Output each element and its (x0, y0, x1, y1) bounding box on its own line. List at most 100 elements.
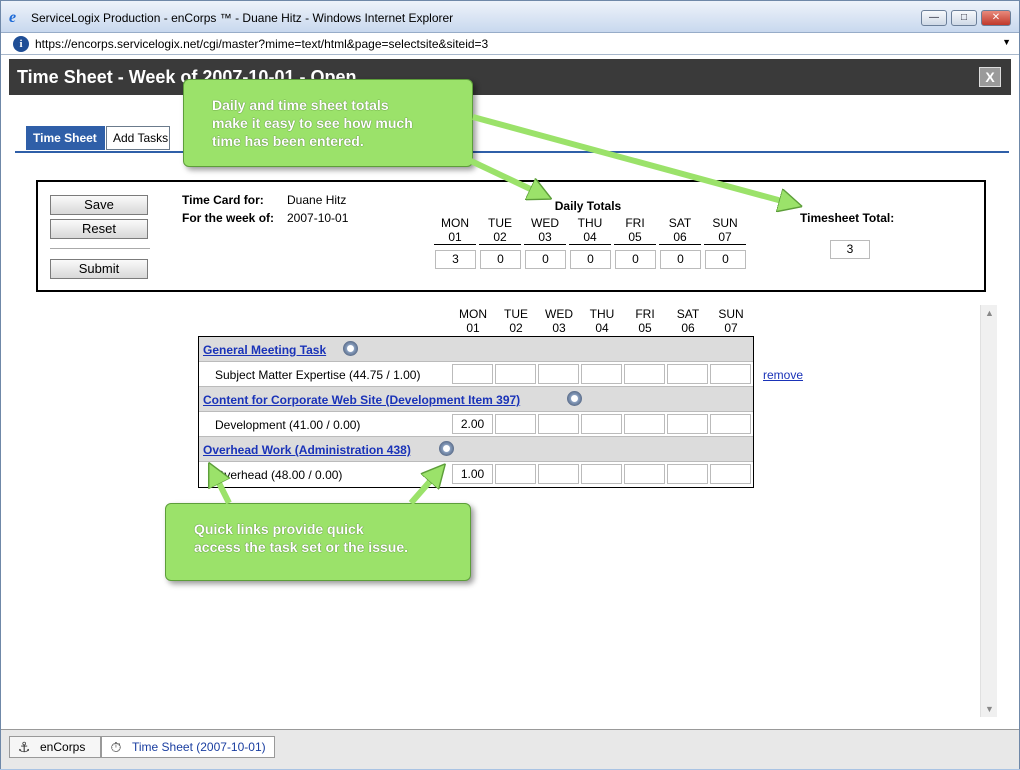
hours-input-sat[interactable] (667, 364, 708, 384)
day-header-wed: WED 03 (524, 216, 566, 245)
timesheet-content: Time Sheet Add Tasks Save Reset Submit T… (9, 95, 1011, 729)
daily-total-sat: 0 (660, 250, 701, 269)
task-row: Development (41.00 / 0.00) 2.00 (199, 412, 753, 437)
task-link-overhead-work[interactable]: Overhead Work (Administration 438) (203, 443, 411, 457)
reset-button[interactable]: Reset (50, 219, 148, 239)
taskbar-label: enCorps (40, 740, 86, 754)
hours-input-thu[interactable] (581, 414, 622, 434)
url-text[interactable]: https://encorps.servicelogix.net/cgi/mas… (35, 37, 488, 51)
address-bar: i https://encorps.servicelogix.net/cgi/m… (1, 33, 1019, 55)
hours-input-thu[interactable] (581, 364, 622, 384)
hours-input-fri[interactable] (624, 464, 665, 484)
hours-input-sat[interactable] (667, 414, 708, 434)
hours-input-wed[interactable] (538, 464, 579, 484)
taskbar-item-encorps[interactable]: ⚓ enCorps (9, 736, 101, 758)
hours-input-sat[interactable] (667, 464, 708, 484)
task-link-general-meeting[interactable]: General Meeting Task (203, 343, 326, 357)
task-name: Subject Matter Expertise (44.75 / 1.00) (215, 368, 421, 382)
tab-add-tasks[interactable]: Add Tasks (106, 126, 170, 150)
scroll-down-icon[interactable]: ▼ (981, 701, 998, 717)
hours-input-mon[interactable]: 2.00 (452, 414, 493, 434)
week-value: 2007-10-01 (287, 211, 349, 225)
window-taskbar: ⚓ enCorps ⏱ Time Sheet (2007-10-01) (1, 729, 1019, 769)
task-group-header: Content for Corporate Web Site (Developm… (199, 387, 753, 412)
hours-input-tue[interactable] (495, 364, 536, 384)
daily-total-tue: 0 (480, 250, 521, 269)
ie-logo-icon: e (9, 9, 17, 26)
time-card-value: Duane Hitz (287, 193, 347, 207)
close-window-button[interactable]: ✕ (981, 10, 1011, 26)
hours-input-sun[interactable] (710, 364, 751, 384)
daily-total-thu: 0 (570, 250, 611, 269)
browser-titlebar: e ServiceLogix Production - enCorps ™ - … (1, 1, 1019, 33)
timesheet-total-label: Timesheet Total: (800, 211, 895, 225)
callout-quick-links: Quick links provide quick access the tas… (165, 503, 471, 581)
day-header-sun: SUN 07 (704, 216, 746, 245)
gear-icon[interactable] (439, 441, 454, 456)
window-title: ServiceLogix Production - enCorps ™ - Du… (31, 11, 454, 25)
gear-icon[interactable] (567, 391, 582, 406)
scroll-up-icon[interactable]: ▲ (981, 305, 998, 321)
hours-input-mon[interactable] (452, 364, 493, 384)
hours-input-mon[interactable]: 1.00 (452, 464, 493, 484)
anchor-icon: ⚓ (17, 739, 31, 755)
week-label: For the week of: (182, 211, 275, 225)
task-row: Overhead (48.00 / 0.00) 1.00 (199, 462, 753, 487)
hours-input-fri[interactable] (624, 364, 665, 384)
hours-input-wed[interactable] (538, 414, 579, 434)
callout-totals: Daily and time sheet totals make it easy… (183, 79, 473, 167)
grid-day-sun: SUN 07 (718, 307, 744, 335)
timesheet-header: Time Sheet - Week of 2007-10-01 - Open X (9, 59, 1011, 95)
day-header-tue: TUE 02 (479, 216, 521, 245)
close-dialog-button[interactable]: X (979, 67, 1001, 87)
task-name: Overhead (48.00 / 0.00) (215, 468, 343, 482)
daily-totals-title: Daily Totals (554, 199, 622, 213)
hours-input-thu[interactable] (581, 464, 622, 484)
task-group-header: General Meeting Task (199, 337, 753, 362)
daily-total-fri: 0 (615, 250, 656, 269)
grid-day-wed: WED 03 (545, 307, 573, 335)
grid-day-mon: MON 01 (459, 307, 487, 335)
hours-input-tue[interactable] (495, 464, 536, 484)
grid-day-tue: TUE 02 (504, 307, 528, 335)
grid-day-thu: THU 04 (589, 307, 615, 335)
remove-link[interactable]: remove (763, 368, 803, 382)
chevron-down-icon[interactable]: ▼ (1002, 37, 1011, 47)
day-header-sat: SAT 06 (659, 216, 701, 245)
timesheet-total-value: 3 (830, 240, 870, 259)
tab-underline (15, 151, 1009, 153)
task-grid: General Meeting Task Subject Matter Expe… (198, 336, 754, 488)
task-row: Subject Matter Expertise (44.75 / 1.00) (199, 362, 753, 387)
grid-day-fri: FRI 05 (635, 307, 655, 335)
gear-icon[interactable] (343, 341, 358, 356)
grid-day-sat: SAT 06 (676, 307, 700, 335)
hours-input-sun[interactable] (710, 464, 751, 484)
tab-time-sheet[interactable]: Time Sheet (26, 126, 105, 150)
submit-button[interactable]: Submit (50, 259, 148, 279)
day-header-mon: MON 01 (434, 216, 476, 245)
hours-input-wed[interactable] (538, 364, 579, 384)
timecard-summary: Save Reset Submit Time Card for: Duane H… (36, 180, 986, 292)
save-button[interactable]: Save (50, 195, 148, 215)
browser-window: e ServiceLogix Production - enCorps ™ - … (0, 0, 1020, 769)
task-name: Development (41.00 / 0.00) (215, 418, 361, 432)
hours-input-sun[interactable] (710, 414, 751, 434)
task-link-corporate-web-site[interactable]: Content for Corporate Web Site (Developm… (203, 393, 520, 407)
info-icon: i (13, 36, 29, 52)
daily-total-mon: 3 (435, 250, 476, 269)
divider (50, 248, 150, 249)
daily-total-wed: 0 (525, 250, 566, 269)
minimize-button[interactable]: — (921, 10, 947, 26)
task-group-header: Overhead Work (Administration 438) (199, 437, 753, 462)
day-header-fri: FRI 05 (614, 216, 656, 245)
day-header-thu: THU 04 (569, 216, 611, 245)
vertical-scrollbar[interactable]: ▲ ▼ (980, 305, 997, 717)
time-card-label: Time Card for: (182, 193, 264, 207)
hours-input-fri[interactable] (624, 414, 665, 434)
maximize-button[interactable]: □ (951, 10, 977, 26)
hours-input-tue[interactable] (495, 414, 536, 434)
stopwatch-icon: ⏱ (110, 739, 122, 755)
taskbar-label: Time Sheet (2007-10-01) (132, 740, 266, 754)
taskbar-item-time-sheet[interactable]: ⏱ Time Sheet (2007-10-01) (101, 736, 275, 758)
daily-total-sun: 0 (705, 250, 746, 269)
